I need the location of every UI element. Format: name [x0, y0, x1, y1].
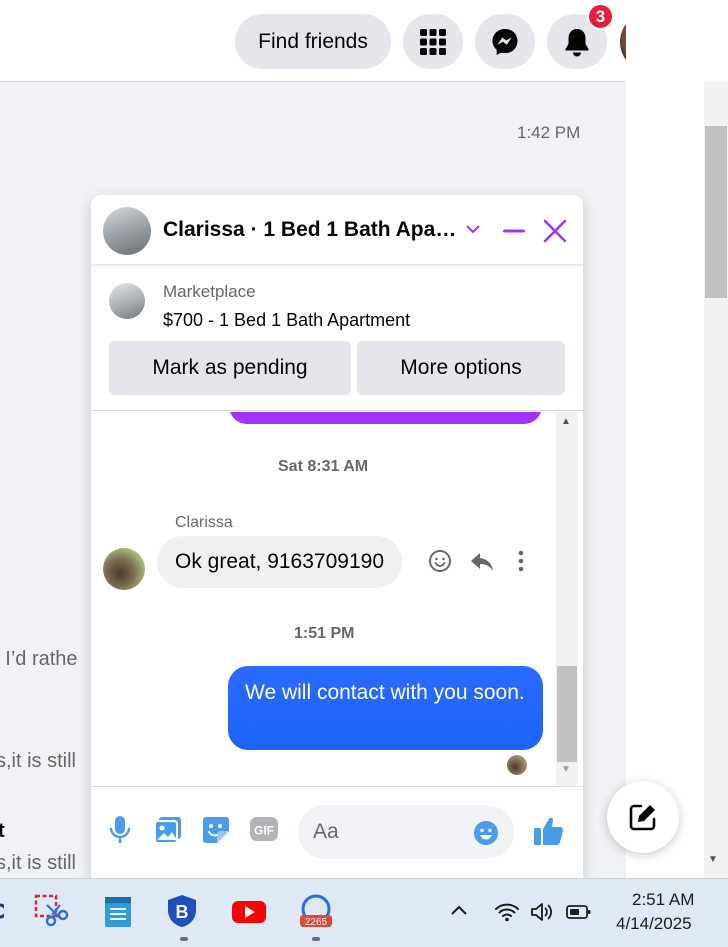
app-icon	[0, 903, 8, 919]
snipping-tool-icon	[34, 894, 69, 927]
scroll-up-arrow-icon[interactable]: ▲	[561, 416, 571, 427]
taskbar-badge-count: 2265	[304, 917, 328, 928]
outgoing-message-bubble[interactable]: We will contact with you soon.	[228, 666, 543, 750]
smiley-react-icon[interactable]	[428, 549, 452, 573]
previous-message-bubble[interactable]	[229, 412, 542, 424]
listing-title[interactable]: $700 - 1 Bed 1 Bath Apartment	[163, 310, 410, 331]
messenger-icon	[492, 28, 518, 55]
active-app-indicator	[312, 937, 320, 941]
taskbar-notepad[interactable]	[100, 893, 136, 929]
taskbar-clock-time[interactable]: 2:51 AM	[632, 890, 694, 910]
thumbs-up-icon[interactable]	[532, 815, 566, 847]
menu-button[interactable]	[403, 14, 463, 69]
timestamp-label: 1:42 PM	[517, 123, 581, 142]
reply-icon[interactable]	[469, 551, 495, 573]
chat-window: Clarissa · 1 Bed 1 Bath Apartment Market…	[91, 195, 583, 878]
notepad-icon	[105, 897, 131, 927]
minimize-icon[interactable]	[502, 219, 526, 243]
bg-text-fragment: s,it is still	[0, 750, 76, 772]
taskbar-app-with-badge[interactable]: 2265	[298, 893, 334, 929]
compose-icon	[629, 804, 656, 831]
mark-as-pending-button[interactable]: Mark as pending	[109, 341, 351, 395]
find-friends-button[interactable]: Find friends	[235, 14, 391, 69]
bell-icon	[565, 28, 589, 56]
active-app-indicator	[180, 937, 188, 941]
sticker-icon[interactable]	[201, 815, 231, 845]
shield-browser-icon: B	[168, 895, 196, 927]
chevron-down-icon[interactable]	[464, 220, 482, 238]
taskbar-clock-date[interactable]: 4/14/2025	[616, 914, 692, 934]
bg-text-fragment: t	[0, 820, 5, 842]
seen-indicator-avatar	[507, 755, 527, 775]
emoji-icon[interactable]	[473, 820, 499, 846]
chat-title[interactable]: Clarissa · 1 Bed 1 Bath Apartment	[163, 218, 463, 242]
microphone-icon[interactable]	[109, 815, 131, 845]
marketplace-listing-banner: Marketplace $700 - 1 Bed 1 Bath Apartmen…	[91, 266, 583, 411]
grid-menu-icon	[420, 28, 446, 55]
listing-source-label: Marketplace	[163, 282, 256, 301]
bg-text-fragment: s,it is still	[0, 852, 76, 874]
youtube-icon	[232, 901, 266, 923]
message-timestamp: 1:51 PM	[294, 625, 355, 642]
scroll-down-arrow-icon[interactable]: ▼	[561, 764, 571, 775]
taskbar-app-partial[interactable]	[0, 893, 16, 929]
gif-icon[interactable]: GIF	[249, 815, 279, 843]
listing-thumbnail[interactable]	[109, 283, 145, 319]
messenger-button[interactable]	[475, 14, 535, 69]
wifi-icon[interactable]	[494, 901, 520, 923]
notification-badge: 3	[587, 3, 614, 30]
sender-avatar[interactable]	[103, 548, 145, 590]
taskbar-youtube[interactable]	[231, 893, 267, 929]
more-options-button[interactable]: More options	[357, 341, 565, 395]
taskbar-browser[interactable]: B	[164, 893, 200, 929]
incoming-message-bubble[interactable]: Ok great, 9163709190	[157, 536, 402, 588]
battery-icon[interactable]	[566, 904, 592, 920]
photo-icon[interactable]	[153, 815, 183, 845]
message-list: Sat 8:31 AM Clarissa Ok great, 916370919…	[91, 412, 583, 786]
browser-page: Find friends 3 ⌄	[0, 0, 728, 878]
chevron-up-icon[interactable]	[450, 903, 468, 917]
svg-text:B: B	[176, 902, 189, 922]
windows-taskbar: B 2265 2:51 AM 4/14/2025	[0, 878, 728, 947]
close-icon[interactable]	[542, 218, 568, 244]
sender-name: Clarissa	[175, 514, 233, 531]
scroll-down-arrow-icon[interactable]: ▼	[708, 854, 718, 865]
volume-icon[interactable]	[530, 901, 556, 923]
message-scrollbar-thumb[interactable]	[557, 666, 577, 762]
chat-avatar[interactable]	[103, 207, 151, 255]
facebook-top-bar: Find friends 3 ⌄	[0, 0, 681, 82]
more-vertical-icon[interactable]	[517, 550, 525, 572]
new-message-button[interactable]	[607, 781, 679, 853]
message-timestamp: Sat 8:31 AM	[278, 458, 369, 475]
chat-header: Clarissa · 1 Bed 1 Bath Apartment	[91, 195, 583, 265]
message-composer: GIF	[91, 786, 583, 878]
bg-text-fragment: ’ I’d rathe	[0, 648, 78, 670]
page-scrollbar-thumb[interactable]	[705, 126, 727, 298]
svg-text:GIF: GIF	[254, 824, 274, 838]
taskbar-snipping-tool[interactable]	[33, 893, 69, 929]
